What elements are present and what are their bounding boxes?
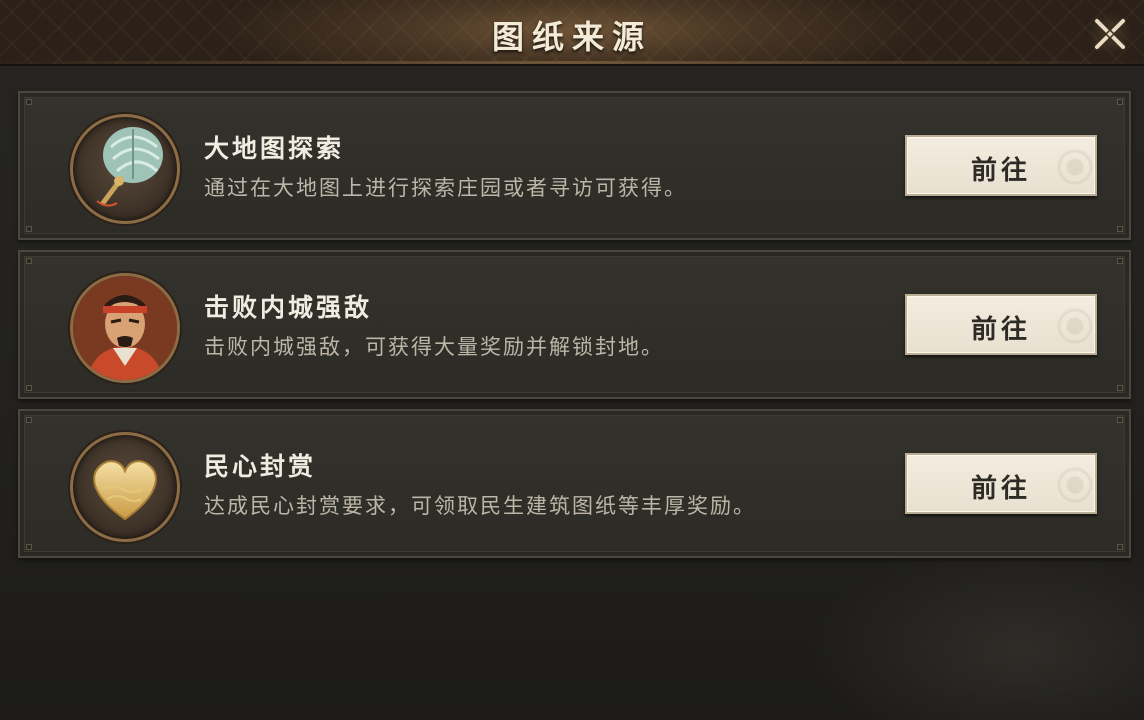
go-button-people-reward[interactable]: 前往	[905, 453, 1097, 514]
warrior-portrait-icon	[70, 273, 180, 383]
source-title: 民心封赏	[204, 452, 317, 481]
gold-heart-icon	[70, 432, 180, 542]
source-description: 击败内城强敌，可获得大量奖励并解锁封地。	[204, 335, 664, 359]
go-button-map-explore[interactable]: 前往	[905, 135, 1097, 196]
source-card-map-explore: 大地图探索 通过在大地图上进行探索庄园或者寻访可获得。 前往	[18, 91, 1131, 240]
source-card-defeat-enemy: 击败内城强敌 击败内城强敌，可获得大量奖励并解锁封地。 前往	[18, 250, 1131, 399]
source-card-people-reward: 民心封赏 达成民心封赏要求，可领取民生建筑图纸等丰厚奖励。 前往	[18, 409, 1131, 558]
source-description: 达成民心封赏要求，可领取民生建筑图纸等丰厚奖励。	[204, 494, 756, 518]
source-description: 通过在大地图上进行探索庄园或者寻访可获得。	[204, 176, 687, 200]
dialog-header: 图纸来源	[0, 0, 1144, 66]
source-title: 击败内城强敌	[204, 293, 373, 322]
go-button-label: 前往	[970, 156, 1031, 186]
dialog-title: 图纸来源	[491, 18, 652, 56]
blueprint-source-dialog: 图纸来源 大地图探索 通过在大地图上进行探索庄园或者寻访可获得。 前往 击败内城…	[0, 0, 1144, 720]
feather-fan-icon	[70, 114, 180, 224]
source-title: 大地图探索	[204, 134, 345, 163]
go-button-defeat-enemy[interactable]: 前往	[905, 294, 1097, 355]
close-button[interactable]	[1088, 12, 1132, 56]
go-button-label: 前往	[970, 315, 1031, 345]
close-x-icon	[1093, 17, 1127, 51]
go-button-label: 前往	[970, 474, 1031, 504]
